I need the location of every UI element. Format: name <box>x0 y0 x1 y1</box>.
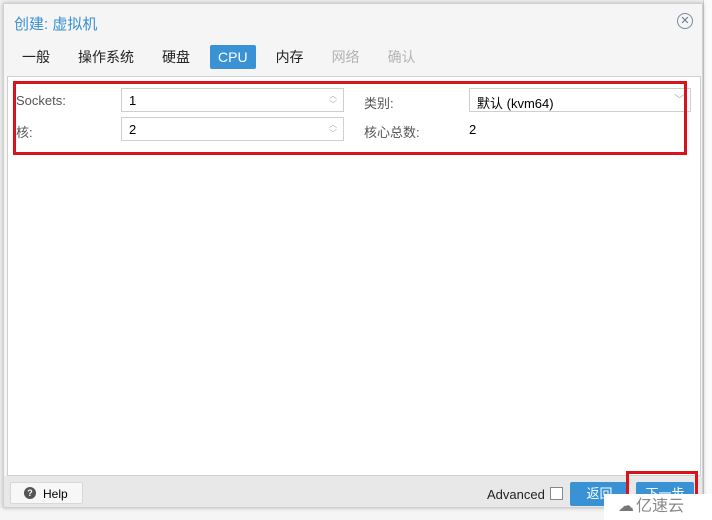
total-cores-label: 核心总数: <box>364 125 420 140</box>
advanced-label: Advanced <box>487 487 545 502</box>
watermark-text: 亿速云 <box>636 498 685 515</box>
create-vm-dialog: 创建: 虚拟机 ✕ 一般 操作系统 硬盘 CPU 内存 网络 确认 Socket… <box>3 3 703 508</box>
watermark: ☁ 亿速云 <box>604 494 712 520</box>
help-button[interactable]: ? Help <box>10 482 83 504</box>
sockets-label: Sockets: <box>16 93 66 108</box>
tab-os[interactable]: 操作系统 <box>70 45 142 69</box>
cloud-logo-icon: ☁ <box>618 498 634 515</box>
tab-confirm: 确认 <box>387 49 416 65</box>
sockets-value: 1 <box>129 93 137 108</box>
wizard-tabs: 一般 操作系统 硬盘 CPU 内存 网络 确认 <box>14 45 436 71</box>
cpu-type-select[interactable]: 默认 (kvm64) ﹀ <box>469 88 691 112</box>
question-circle-icon: ? <box>24 487 36 499</box>
tab-network: 网络 <box>331 49 360 65</box>
cores-value: 2 <box>129 122 137 137</box>
cpu-form-panel: Sockets: 1 ︿ ﹀ 核: 2 ︿ ﹀ 类别: 默认 (kvm64) ﹀ 核… <box>7 76 701 476</box>
cores-label: 核: <box>16 125 33 140</box>
close-icon[interactable]: ✕ <box>677 13 693 29</box>
tab-general[interactable]: 一般 <box>14 45 58 69</box>
type-label: 类别: <box>364 96 394 111</box>
chevron-down-icon: ﹀ <box>674 94 685 106</box>
cpu-type-value: 默认 (kvm64) <box>477 96 554 111</box>
background-panel <box>703 0 712 520</box>
tab-memory[interactable]: 内存 <box>268 45 312 69</box>
help-label: Help <box>43 487 68 501</box>
dialog-title: 创建: 虚拟机 <box>14 16 98 33</box>
tab-disk[interactable]: 硬盘 <box>154 45 198 69</box>
tab-cpu[interactable]: CPU <box>210 45 256 69</box>
sockets-input[interactable]: 1 ︿ ﹀ <box>121 88 344 112</box>
advanced-checkbox[interactable] <box>550 487 563 500</box>
spinner-arrows-icon[interactable]: ︿ ﹀ <box>328 91 338 109</box>
total-cores-value: 2 <box>469 122 477 137</box>
cores-input[interactable]: 2 ︿ ﹀ <box>121 117 344 141</box>
spinner-arrows-icon[interactable]: ︿ ﹀ <box>328 120 338 138</box>
